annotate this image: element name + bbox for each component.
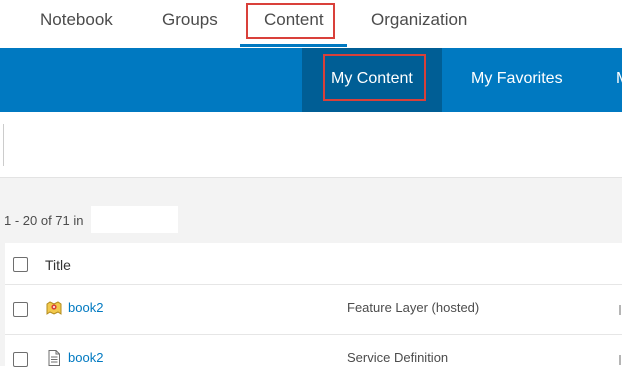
nav-groups[interactable]: Groups <box>162 10 218 30</box>
row-checkbox[interactable] <box>13 302 28 317</box>
table-header-row: Title <box>5 243 622 285</box>
table-row: book2 Feature Layer (hosted) <box>5 285 622 335</box>
row-checkbox[interactable] <box>13 352 28 367</box>
row-edge-marker <box>619 305 621 315</box>
content-area: 1 - 20 of 71 in Title book2 Feature Laye… <box>0 178 622 367</box>
folder-selector[interactable] <box>91 206 178 233</box>
select-all-checkbox[interactable] <box>13 257 28 272</box>
item-type: Feature Layer (hosted) <box>347 300 480 315</box>
nav-notebook[interactable]: Notebook <box>40 10 113 30</box>
content-table: Title book2 Feature Layer (hosted) book2… <box>5 243 622 367</box>
item-title-link[interactable]: book2 <box>68 300 103 315</box>
column-header-title[interactable]: Title <box>45 257 71 273</box>
toolbar <box>0 112 622 178</box>
tab-truncated[interactable]: M <box>616 70 622 88</box>
document-icon <box>45 349 63 367</box>
tab-my-favorites[interactable]: My Favorites <box>471 70 563 88</box>
results-count: 1 - 20 of 71 in <box>4 213 84 228</box>
table-row: book2 Service Definition <box>5 335 622 385</box>
sub-nav: My Content My Favorites M <box>0 48 622 112</box>
top-nav: Notebook Groups Content Organization <box>0 0 622 48</box>
nav-organization[interactable]: Organization <box>371 10 467 30</box>
nav-active-underline <box>240 44 347 47</box>
feature-layer-icon <box>45 299 63 317</box>
row-edge-marker <box>619 355 621 365</box>
toolbar-divider <box>3 124 4 166</box>
item-title-link[interactable]: book2 <box>68 350 103 365</box>
item-type: Service Definition <box>347 350 449 365</box>
tab-my-content-label[interactable]: My Content <box>331 70 413 88</box>
nav-content[interactable]: Content <box>264 10 324 30</box>
